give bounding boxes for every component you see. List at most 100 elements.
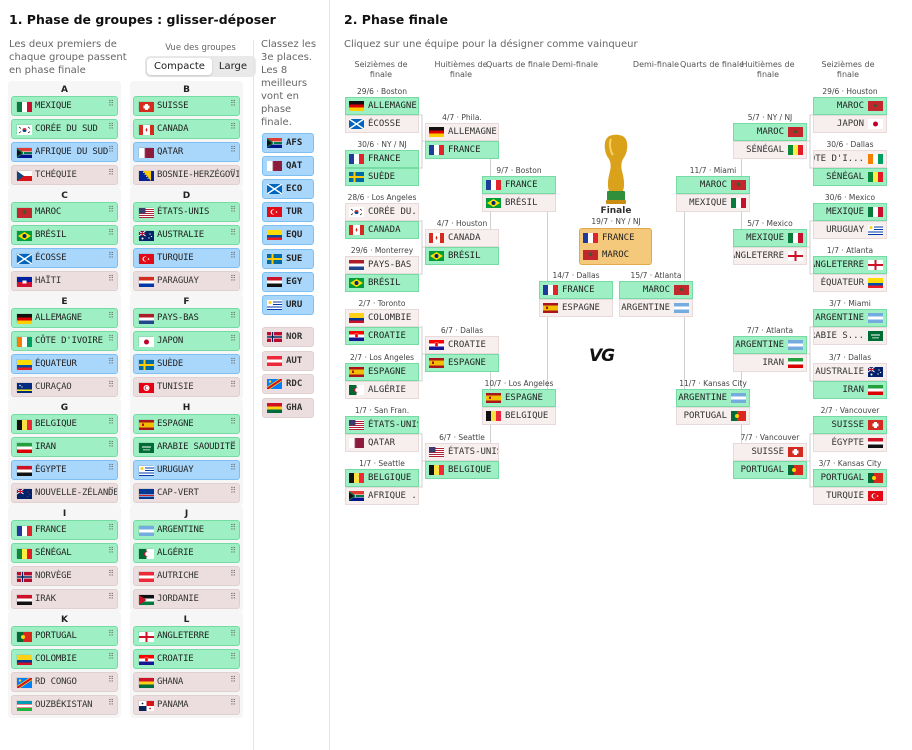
team-item[interactable]: AUSTRALIE ⠿ xyxy=(133,225,240,245)
drag-handle-icon[interactable]: ⠿ xyxy=(108,464,114,472)
team-item[interactable]: SÉNÉGAL ⠿ xyxy=(11,543,118,563)
match-team[interactable]: SÉNÉGAL xyxy=(813,168,887,186)
team-item[interactable]: ANGLETERRE ⠿ xyxy=(133,626,240,646)
team-item[interactable]: CROATIE ⠿ xyxy=(133,649,240,669)
drag-handle-icon[interactable]: ⠿ xyxy=(108,570,114,578)
drag-handle-icon[interactable]: ⠿ xyxy=(230,381,236,389)
team-item[interactable]: PORTUGAL ⠿ xyxy=(11,626,118,646)
match-team[interactable]: CORÉE DU... xyxy=(345,203,419,221)
third-place-item[interactable]: ECO xyxy=(262,179,314,200)
team-item[interactable]: NOUVELLE-ZÉLANDE ⠿ xyxy=(11,483,118,503)
team-item[interactable]: OUZBÉKISTAN ⠿ xyxy=(11,695,118,715)
team-item[interactable]: RD CONGO ⠿ xyxy=(11,672,118,692)
drag-handle-icon[interactable]: ⠿ xyxy=(230,123,236,131)
team-item[interactable]: JAPON ⠿ xyxy=(133,331,240,351)
drag-handle-icon[interactable]: ⠿ xyxy=(230,335,236,343)
drag-handle-icon[interactable]: ⠿ xyxy=(230,169,236,177)
match-team[interactable]: QATAR xyxy=(345,434,419,452)
third-place-item[interactable]: QAT xyxy=(262,156,314,177)
match-team[interactable]: COLOMBIE xyxy=(345,309,419,327)
drag-handle-icon[interactable]: ⠿ xyxy=(230,206,236,214)
team-item[interactable]: BELGIQUE ⠿ xyxy=(11,414,118,434)
team-item[interactable]: IRAK ⠿ xyxy=(11,589,118,609)
drag-handle-icon[interactable]: ⠿ xyxy=(108,312,114,320)
team-item[interactable]: CÔTE D'IVOIRE ⠿ xyxy=(11,331,118,351)
team-item[interactable]: PAYS-BAS ⠿ xyxy=(133,308,240,328)
drag-handle-icon[interactable]: ⠿ xyxy=(230,418,236,426)
match-team[interactable]: BELGIQUE xyxy=(425,461,499,479)
match-team[interactable]: SUISSE xyxy=(733,443,807,461)
drag-handle-icon[interactable]: ⠿ xyxy=(108,441,114,449)
drag-handle-icon[interactable]: ⠿ xyxy=(108,146,114,154)
third-place-item[interactable]: TUR xyxy=(262,202,314,223)
match-team[interactable]: ESPAGNE xyxy=(425,354,499,372)
match-team[interactable]: ARABIE S... xyxy=(813,327,887,345)
team-item[interactable]: ESPAGNE ⠿ xyxy=(133,414,240,434)
match-team[interactable]: ALLEMAGNE xyxy=(425,123,499,141)
third-place-item[interactable]: EQU xyxy=(262,225,314,246)
third-place-item[interactable]: GHA xyxy=(262,397,314,418)
drag-handle-icon[interactable]: ⠿ xyxy=(108,630,114,638)
match-team[interactable]: CROATIE xyxy=(345,327,419,345)
team-item[interactable]: HAÏTI ⠿ xyxy=(11,271,118,291)
match-team[interactable]: ÉQUATEUR xyxy=(813,274,887,292)
match-team[interactable]: AUSTRALIE xyxy=(813,363,887,381)
team-item[interactable]: URUGUAY ⠿ xyxy=(133,460,240,480)
match-team[interactable]: CANADA xyxy=(425,229,499,247)
match-team[interactable]: ARGENTINE xyxy=(813,309,887,327)
drag-handle-icon[interactable]: ⠿ xyxy=(230,358,236,366)
team-item[interactable]: IRAN ⠿ xyxy=(11,437,118,457)
team-item[interactable]: ALLEMAGNE ⠿ xyxy=(11,308,118,328)
match-team[interactable]: MEXIQUE xyxy=(676,194,750,212)
match-team[interactable]: ESPAGNE xyxy=(345,363,419,381)
drag-handle-icon[interactable]: ⠿ xyxy=(108,229,114,237)
match-team[interactable]: MEXIQUE xyxy=(813,203,887,221)
team-item[interactable]: COLOMBIE ⠿ xyxy=(11,649,118,669)
team-item[interactable]: CANADA ⠿ xyxy=(133,119,240,139)
third-place-item[interactable]: URU xyxy=(262,294,314,315)
match-team[interactable]: FRANCE xyxy=(425,141,499,159)
match-team[interactable]: BELGIQUE xyxy=(482,407,556,425)
match-team[interactable]: SUISSE xyxy=(813,416,887,434)
third-place-item[interactable]: RDC xyxy=(262,374,314,394)
team-item[interactable]: ÉGYPTE ⠿ xyxy=(11,460,118,480)
match-team[interactable]: MAROC xyxy=(676,176,750,194)
match-team[interactable]: PORTUGAL xyxy=(813,469,887,487)
drag-handle-icon[interactable]: ⠿ xyxy=(230,524,236,532)
match-team[interactable]: ESPAGNE xyxy=(482,389,556,407)
match-team[interactable]: ANGLETERRE xyxy=(733,247,807,265)
team-item[interactable]: AUTRICHE ⠿ xyxy=(133,566,240,586)
drag-handle-icon[interactable]: ⠿ xyxy=(108,653,114,661)
drag-handle-icon[interactable]: ⠿ xyxy=(108,418,114,426)
match-team[interactable]: BELGIQUE xyxy=(345,469,419,487)
team-item[interactable]: ÉCOSSE ⠿ xyxy=(11,248,118,268)
drag-handle-icon[interactable]: ⠿ xyxy=(230,487,236,495)
drag-handle-icon[interactable]: ⠿ xyxy=(108,206,114,214)
team-item[interactable]: CAP-VERT ⠿ xyxy=(133,483,240,503)
drag-handle-icon[interactable]: ⠿ xyxy=(108,547,114,555)
team-item[interactable]: ÉTATS-UNIS ⠿ xyxy=(133,202,240,222)
match-team[interactable]: MEXIQUE xyxy=(733,229,807,247)
match-team[interactable]: MAROC xyxy=(733,123,807,141)
drag-handle-icon[interactable]: ⠿ xyxy=(108,358,114,366)
drag-handle-icon[interactable]: ⠿ xyxy=(108,169,114,177)
match-team[interactable]: SÉNÉGAL xyxy=(733,141,807,159)
drag-handle-icon[interactable]: ⠿ xyxy=(230,441,236,449)
match-team[interactable]: URUGUAY xyxy=(813,221,887,239)
team-item[interactable]: SUÈDE ⠿ xyxy=(133,354,240,374)
drag-handle-icon[interactable]: ⠿ xyxy=(108,699,114,707)
drag-handle-icon[interactable]: ⠿ xyxy=(230,630,236,638)
team-item[interactable]: PANAMA ⠿ xyxy=(133,695,240,715)
drag-handle-icon[interactable]: ⠿ xyxy=(108,676,114,684)
team-item[interactable]: ARGENTINE ⠿ xyxy=(133,520,240,540)
drag-handle-icon[interactable]: ⠿ xyxy=(108,593,114,601)
drag-handle-icon[interactable]: ⠿ xyxy=(230,593,236,601)
drag-handle-icon[interactable]: ⠿ xyxy=(230,676,236,684)
match-team[interactable]: MAROC xyxy=(813,97,887,115)
team-item[interactable]: GHANA ⠿ xyxy=(133,672,240,692)
team-item[interactable]: ARABIE SAOUDITE ⠿ xyxy=(133,437,240,457)
drag-handle-icon[interactable]: ⠿ xyxy=(230,653,236,661)
match-team[interactable]: AFRIQUE ... xyxy=(345,487,419,505)
match-team[interactable]: ESPAGNE xyxy=(539,299,613,317)
match-team[interactable]: ÉGYPTE xyxy=(813,434,887,452)
